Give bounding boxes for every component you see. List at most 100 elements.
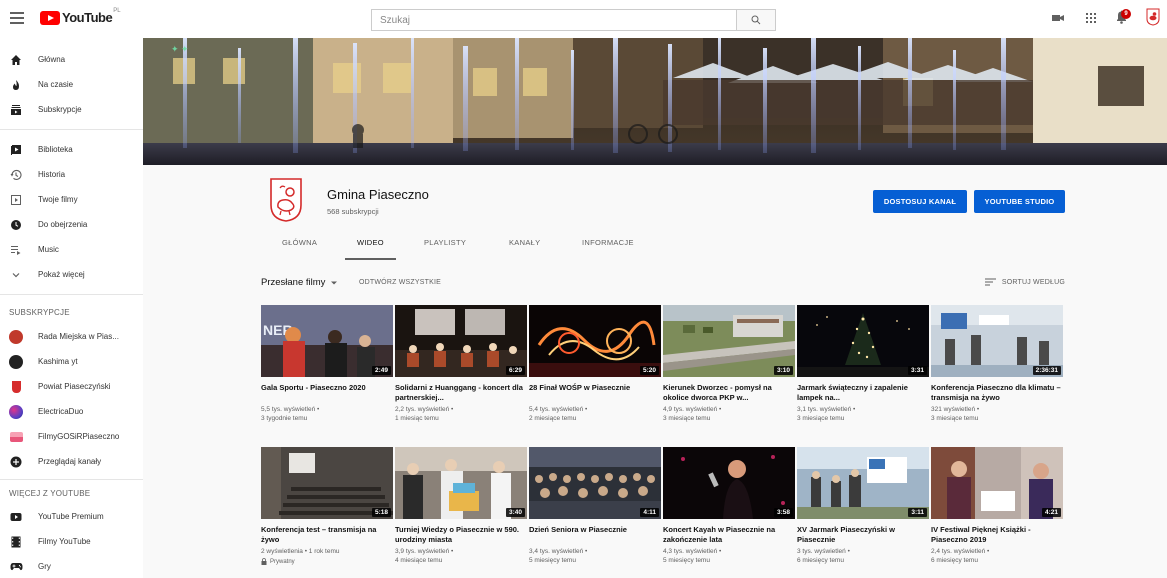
search-button[interactable] — [736, 9, 776, 31]
video-card[interactable]: 3:58 Koncert Kayah w Piasecznie na zakoń… — [663, 447, 795, 565]
sidebar-item-music[interactable]: Music — [0, 237, 143, 262]
channel-logo[interactable] — [269, 177, 303, 223]
video-card[interactable]: 4:11 Dzień Seniora w Piasecznie 3,4 tys.… — [529, 447, 661, 565]
sidebar-item-history[interactable]: Historia — [0, 162, 143, 187]
video-thumbnail[interactable]: 3:31 — [797, 305, 929, 377]
top-bar: YouTube PL 9 — [0, 0, 1167, 38]
account-avatar[interactable] — [1146, 8, 1160, 31]
video-title[interactable]: Koncert Kayah w Piasecznie na zakończeni… — [663, 525, 795, 544]
video-thumbnail[interactable]: 3:10 — [663, 305, 795, 377]
tab-home[interactable]: GŁÓWNA — [282, 238, 317, 260]
sidebar-item-subscription[interactable]: ElectricaDuo — [0, 399, 143, 424]
menu-icon[interactable] — [10, 12, 24, 24]
apps-button[interactable] — [1085, 11, 1097, 29]
sidebar-item-library[interactable]: Biblioteka — [0, 137, 143, 162]
sidebar-item-show-more[interactable]: Pokaż więcej — [0, 262, 143, 287]
subscriptions-heading: SUBSKRYPCJE — [9, 308, 70, 317]
video-title[interactable]: Jarmark świąteczny i zapalenie lampek na… — [797, 383, 929, 402]
sidebar-divider — [0, 294, 143, 295]
video-title[interactable]: Dzień Seniora w Piasecznie — [529, 525, 661, 544]
video-card[interactable]: 3:11 XV Jarmark Piaseczyński w Piaseczni… — [797, 447, 929, 565]
video-thumbnail[interactable]: 4:11 — [529, 447, 661, 519]
sidebar-item-label: Do obejrzenia — [38, 220, 88, 229]
video-thumbnail[interactable]: 5:18 — [261, 447, 393, 519]
video-card[interactable]: 2:36:31 Konferencja Piaseczno dla klimat… — [931, 305, 1063, 423]
video-title[interactable]: Konferencja test – transmisja na żywo — [261, 525, 393, 544]
tab-channels[interactable]: KANAŁY — [509, 238, 540, 260]
youtube-channel-page: YouTube PL 9 Główna — [0, 0, 1167, 578]
video-title[interactable]: Kierunek Dworzec - pomysł na okolice dwo… — [663, 383, 795, 402]
video-title[interactable]: Konferencja Piaseczno dla klimatu – tran… — [931, 383, 1063, 402]
customize-channel-button[interactable]: DOSTOSUJ KANAŁ — [873, 190, 967, 213]
sidebar-item-watch-later[interactable]: Do obejrzenia — [0, 212, 143, 237]
video-title[interactable]: Turniej Wiedzy o Piasecznie w 590. urodz… — [395, 525, 527, 544]
search-bar — [371, 9, 776, 31]
tab-playlists[interactable]: PLAYLISTY — [424, 238, 466, 260]
video-card[interactable]: 3:40 Turniej Wiedzy o Piasecznie w 590. … — [395, 447, 527, 565]
play-all-button[interactable]: ODTWÓRZ WSZYSTKIE — [359, 279, 441, 286]
video-title[interactable]: Gala Sportu - Piaseczno 2020 — [261, 383, 393, 402]
video-card[interactable]: 5:20 28 Finał WOŚP w Piasecznie 5,4 tys.… — [529, 305, 661, 423]
sidebar-item-subscriptions[interactable]: Subskrypcje — [0, 97, 143, 122]
svg-text:✦ ✦: ✦ ✦ — [171, 44, 189, 54]
video-thumbnail[interactable]: 6:29 — [395, 305, 527, 377]
sidebar-item-subscription[interactable]: Rada Miejska w Pias... — [0, 324, 143, 349]
tab-about[interactable]: INFORMACJE — [582, 238, 634, 260]
video-thumbnail[interactable]: NER 2:49 — [261, 305, 393, 377]
sidebar-item-premium[interactable]: YouTube Premium — [0, 504, 143, 529]
sidebar-item-home[interactable]: Główna — [0, 47, 143, 72]
privacy-badge: Prywatny — [261, 558, 393, 565]
video-age: 6 miesięcy temu — [931, 557, 978, 564]
sidebar-item-browse-channels[interactable]: Przeglądaj kanały — [0, 449, 143, 474]
sidebar-item-your-videos[interactable]: Twoje filmy — [0, 187, 143, 212]
video-thumbnail[interactable]: 3:11 — [797, 447, 929, 519]
video-title[interactable]: Solidarni z Huanggang - koncert dla part… — [395, 383, 527, 402]
sidebar-item-subscription[interactable]: Kashima yt — [0, 349, 143, 374]
tab-videos[interactable]: WIDEO — [345, 238, 396, 260]
video-duration: 4:11 — [640, 508, 659, 517]
library-icon — [9, 143, 23, 157]
tab-label: GŁÓWNA — [282, 238, 318, 247]
sidebar-item-subscription[interactable]: FilmyGOSiRPiaseczno — [0, 424, 143, 449]
video-card[interactable]: 3:31 Jarmark świąteczny i zapalenie lamp… — [797, 305, 929, 423]
trending-icon — [9, 78, 23, 92]
video-views: 3 tys. wyświetleń • — [797, 548, 850, 555]
video-thumbnail[interactable]: 2:36:31 — [931, 305, 1063, 377]
video-card[interactable]: 4:21 IV Festiwal Pięknej Książki - Piase… — [931, 447, 1063, 565]
logo-text: YouTube — [62, 10, 113, 25]
search-input[interactable] — [371, 9, 736, 31]
video-title[interactable]: XV Jarmark Piaseczyński w Piasecznie — [797, 525, 929, 544]
lock-icon — [261, 558, 267, 565]
sidebar-divider — [0, 129, 143, 130]
video-card[interactable]: 6:29 Solidarni z Huanggang - koncert dla… — [395, 305, 527, 423]
sidebar-item-trending[interactable]: Na czasie — [0, 72, 143, 97]
video-title[interactable]: IV Festiwal Pięknej Książki - Piaseczno … — [931, 525, 1063, 544]
history-icon — [9, 168, 23, 182]
youtube-logo[interactable]: YouTube PL — [40, 8, 121, 25]
video-duration: 3:10 — [773, 366, 793, 375]
video-views: 2,2 tys. wyświetleń • — [395, 406, 454, 413]
video-views: 2 wyświetlenia • 1 rok temu — [261, 548, 340, 555]
video-title[interactable]: 28 Finał WOŚP w Piasecznie — [529, 383, 661, 402]
video-thumbnail[interactable]: 3:40 — [395, 447, 527, 519]
uploads-dropdown[interactable]: Przesłane filmy — [261, 277, 338, 288]
create-video-button[interactable] — [1051, 11, 1065, 29]
video-thumbnail[interactable]: 3:58 — [663, 447, 795, 519]
sidebar-item-label: Na czasie — [38, 80, 74, 89]
sidebar-item-movies[interactable]: Filmy YouTube — [0, 529, 143, 554]
uploads-label: Przesłane filmy — [261, 277, 326, 288]
video-card[interactable]: 3:10 Kierunek Dworzec - pomysł na okolic… — [663, 305, 795, 423]
video-card[interactable]: NER 2:49 Gala Sportu - Piaseczno 2020 5,… — [261, 305, 393, 423]
video-duration: 3:11 — [908, 508, 927, 517]
video-thumbnail[interactable]: 4:21 — [931, 447, 1063, 519]
sidebar-item-subscription[interactable]: Powiat Piaseczyński — [0, 374, 143, 399]
sidebar-item-gaming[interactable]: Gry — [0, 554, 143, 578]
sort-by-button[interactable]: SORTUJ WEDŁUG — [984, 278, 1065, 286]
video-views: 321 wyświetleń • — [931, 406, 980, 413]
notifications-button[interactable]: 9 — [1114, 9, 1131, 30]
video-card[interactable]: 5:18 Konferencja test – transmisja na ży… — [261, 447, 393, 565]
video-views: 3,1 tys. wyświetleń • — [797, 406, 856, 413]
youtube-studio-button[interactable]: YOUTUBE STUDIO — [974, 190, 1065, 213]
video-thumbnail[interactable]: 5:20 — [529, 305, 661, 377]
sidebar-item-label: Music — [38, 245, 59, 254]
